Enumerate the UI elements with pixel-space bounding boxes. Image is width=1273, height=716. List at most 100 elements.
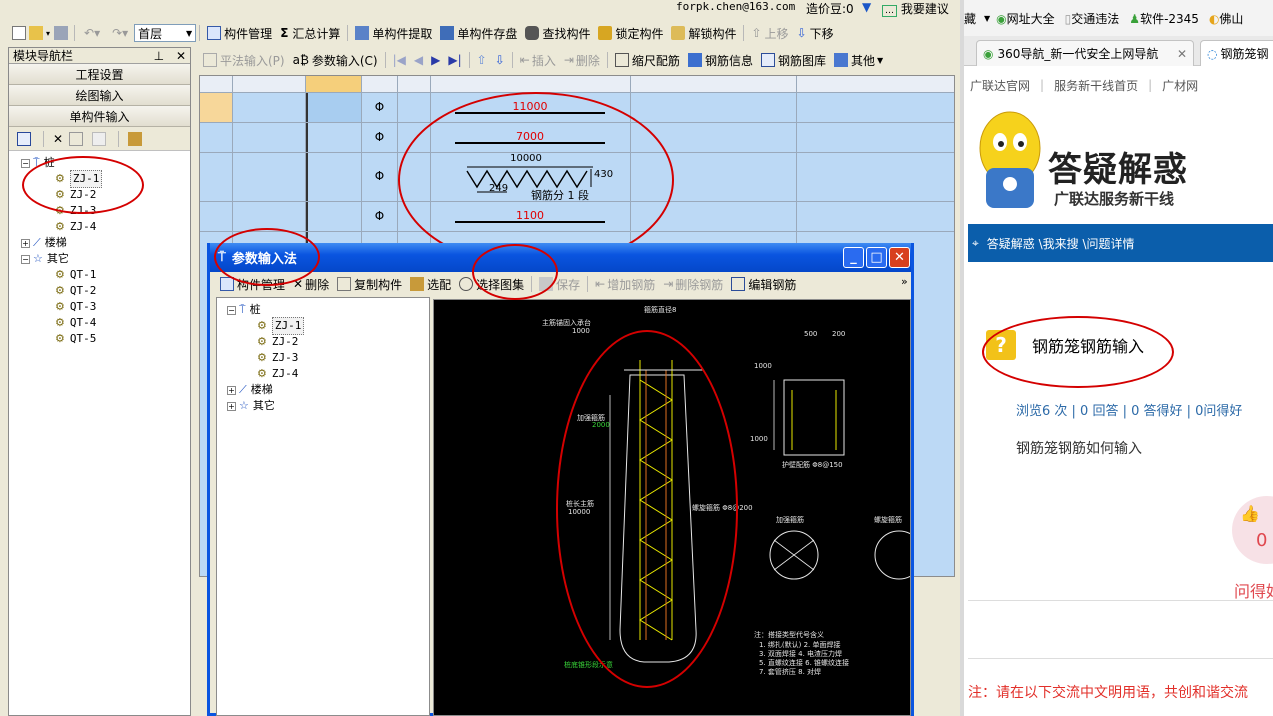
insert-button[interactable]: ⇤ 插入 bbox=[516, 49, 560, 71]
open-folder-icon[interactable] bbox=[29, 26, 43, 40]
fav-item[interactable]: 藏 bbox=[964, 10, 976, 27]
dlg-save-button[interactable]: 保存 bbox=[535, 273, 584, 295]
last-record-button[interactable]: ▶| bbox=[444, 49, 465, 71]
fav-item-traffic[interactable]: ▯交通违法 bbox=[1065, 10, 1120, 27]
tree-item-zj2[interactable]: ⚙ ZJ-2 bbox=[227, 334, 429, 350]
collapse-icon[interactable]: − bbox=[227, 305, 236, 315]
tab-360-nav[interactable]: ◉ 360导航_新一代安全上网导航 ✕ bbox=[976, 40, 1194, 66]
table-row[interactable]: Φ 7000 bbox=[200, 123, 954, 153]
suggest-link[interactable]: … 我要建议 bbox=[882, 0, 949, 17]
nav-drawing-input[interactable]: 绘图输入 bbox=[9, 85, 190, 106]
copy-icon[interactable] bbox=[69, 131, 84, 146]
tree-node-pile[interactable]: − ⍑ 桩 bbox=[227, 302, 429, 318]
component-manage-button[interactable]: 构件管理 bbox=[203, 22, 276, 44]
tree-item-zj3[interactable]: ⚙ ZJ-3 bbox=[21, 203, 190, 219]
tree-item-zj1[interactable]: ⚙ ZJ-1 bbox=[227, 317, 429, 335]
tree-item-zj2[interactable]: ⚙ ZJ-2 bbox=[21, 187, 190, 203]
tree-item-zj4[interactable]: ⚙ ZJ-4 bbox=[227, 366, 429, 382]
first-record-button[interactable]: |◀ bbox=[389, 49, 410, 71]
table-row[interactable]: Φ 11000 bbox=[200, 93, 954, 123]
pin-icon[interactable]: ▼ bbox=[862, 0, 871, 14]
rebar-library-button[interactable]: 钢筋图库 bbox=[757, 49, 830, 71]
scale-rebar-button[interactable]: 缩尺配筋 bbox=[611, 49, 684, 71]
dlg-add-rebar-button[interactable]: ⇤ 增加钢筋 bbox=[591, 273, 659, 295]
tree-item-qt4[interactable]: ⚙ QT-4 bbox=[21, 315, 190, 331]
dropdown-arrow-icon[interactable]: ▾ bbox=[46, 29, 50, 38]
row-down-button[interactable]: ⇩ bbox=[491, 49, 509, 71]
breadcrumb-text[interactable]: 答疑解惑 \我来搜 \问题详情 bbox=[987, 235, 1135, 252]
move-up-button[interactable]: ⇧ 上移 bbox=[747, 22, 792, 44]
paste-icon[interactable] bbox=[92, 131, 107, 146]
dlg-edit-rebar-button[interactable]: 编辑钢筋 bbox=[727, 273, 800, 295]
like-button[interactable]: 👍 0 bbox=[1232, 496, 1273, 564]
move-down-button[interactable]: ⇩ 下移 bbox=[793, 22, 838, 44]
store-button[interactable]: 单构件存盘 bbox=[436, 22, 521, 44]
tree-item-qt3[interactable]: ⚙ QT-3 bbox=[21, 299, 190, 315]
floor-select[interactable]: 首层 ▼ bbox=[134, 24, 197, 42]
delete-icon[interactable]: ✕ bbox=[53, 132, 63, 146]
tree-node-other[interactable]: − ☆ 其它 bbox=[21, 251, 190, 267]
tree-node-other[interactable]: + ☆ 其它 bbox=[227, 398, 429, 414]
fav-item-software[interactable]: ♟软件-2345 bbox=[1129, 10, 1199, 27]
new-file-icon[interactable] bbox=[12, 26, 26, 40]
dlg-select-button[interactable]: 选配 bbox=[406, 273, 455, 295]
plane-input-button[interactable]: 平法输入(P) bbox=[199, 49, 289, 71]
dlg-delete-rebar-button[interactable]: ⇥ 删除钢筋 bbox=[659, 273, 727, 295]
expand-icon[interactable]: + bbox=[21, 238, 30, 248]
save-icon[interactable] bbox=[54, 26, 69, 40]
tree-node-stair[interactable]: + ⟋ 楼梯 bbox=[227, 382, 429, 398]
account-label[interactable]: forpk.chen@163.com bbox=[676, 0, 795, 13]
dialog-title-bar[interactable]: ⍑ 参数输入法 _ □ ✕ bbox=[210, 243, 911, 272]
collapse-icon[interactable]: − bbox=[21, 254, 30, 264]
redo-icon[interactable]: ↷▾ bbox=[112, 26, 128, 40]
unlock-button[interactable]: 解锁构件 bbox=[667, 22, 740, 44]
extract-button[interactable]: 单构件提取 bbox=[351, 22, 436, 44]
tree-node-pile[interactable]: − ⍑ 桩 bbox=[21, 155, 190, 171]
tree-item-zj3[interactable]: ⚙ ZJ-3 bbox=[227, 350, 429, 366]
other-menu-button[interactable]: 其他 ▼ bbox=[830, 49, 887, 71]
list-icon[interactable] bbox=[17, 131, 31, 146]
tree-item-qt5[interactable]: ⚙ QT-5 bbox=[21, 331, 190, 347]
toolbar-overflow-icon[interactable]: » bbox=[901, 275, 908, 288]
table-row[interactable]: Φ 10000 430 249 钢筋分 1 段 bbox=[200, 153, 954, 202]
summary-calc-button[interactable]: Σ 汇总计算 bbox=[276, 22, 344, 44]
maximize-button[interactable]: □ bbox=[866, 247, 887, 268]
collapse-icon[interactable]: − bbox=[21, 158, 30, 168]
row-up-button[interactable]: ⇧ bbox=[473, 49, 491, 71]
dlg-select-atlas-button[interactable]: 选择图集 bbox=[455, 273, 528, 295]
cad-preview-canvas[interactable]: 箍筋直径8 主筋锚固入承台 1000 加强箍筋 2000 桩长主筋 10000 … bbox=[433, 299, 911, 716]
fav-item-nav[interactable]: ◉网址大全 bbox=[996, 10, 1055, 27]
nav-single-component-input[interactable]: 单构件输入 bbox=[9, 106, 190, 127]
dlg-component-manage-button[interactable]: 构件管理 bbox=[216, 273, 289, 295]
minimize-button[interactable]: _ bbox=[843, 247, 864, 268]
ask-good-label[interactable]: 问得好 bbox=[1234, 578, 1273, 602]
link-material[interactable]: 广材网 bbox=[1162, 77, 1198, 94]
tree-item-qt2[interactable]: ⚙ QT-2 bbox=[21, 283, 190, 299]
chevron-down-icon[interactable]: ▼ bbox=[984, 14, 990, 23]
expand-icon[interactable]: + bbox=[227, 385, 236, 395]
close-button[interactable]: ✕ bbox=[889, 247, 910, 268]
delete-button[interactable]: ⇥ 删除 bbox=[560, 49, 604, 71]
close-icon[interactable]: ✕ bbox=[1177, 47, 1187, 61]
close-icon[interactable]: ✕ bbox=[176, 49, 186, 63]
clipboard-icon[interactable] bbox=[128, 131, 143, 146]
tree-node-stair[interactable]: + ⟋ 楼梯 bbox=[21, 235, 190, 251]
rebar-info-button[interactable]: 钢筋信息 bbox=[684, 49, 757, 71]
next-record-button[interactable]: ▶ bbox=[427, 49, 444, 71]
expand-icon[interactable]: + bbox=[227, 401, 236, 411]
nav-project-settings[interactable]: 工程设置 bbox=[9, 64, 190, 85]
link-official[interactable]: 广联达官网 bbox=[970, 77, 1030, 94]
tree-item-zj1[interactable]: ⚙ ZJ-1 bbox=[21, 170, 190, 188]
param-input-button[interactable]: a₿ 参数输入(C) bbox=[289, 49, 382, 71]
pin-icon[interactable]: ⊥ bbox=[154, 49, 164, 63]
dlg-copy-button[interactable]: 复制构件 bbox=[333, 273, 406, 295]
find-button[interactable]: 查找构件 bbox=[521, 22, 594, 44]
tree-item-zj4[interactable]: ⚙ ZJ-4 bbox=[21, 219, 190, 235]
tree-item-qt1[interactable]: ⚙ QT-1 bbox=[21, 267, 190, 283]
prev-record-button[interactable]: ◀ bbox=[410, 49, 427, 71]
lock-button[interactable]: 锁定构件 bbox=[594, 22, 667, 44]
fav-item-foshan[interactable]: ◐佛山 bbox=[1209, 10, 1244, 27]
link-service-home[interactable]: 服务新干线首页 bbox=[1054, 77, 1138, 94]
dlg-delete-button[interactable]: ✕ 删除 bbox=[289, 273, 333, 295]
tab-rebar-question[interactable]: ◌ 钢筋笼钢 bbox=[1200, 40, 1273, 66]
